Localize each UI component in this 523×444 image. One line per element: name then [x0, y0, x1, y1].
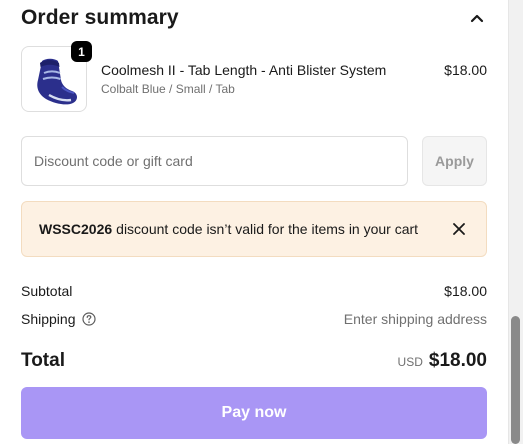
total-amount-group: USD $18.00: [398, 350, 487, 372]
discount-code-text: WSSC2026: [39, 221, 113, 237]
close-icon[interactable]: [450, 220, 468, 238]
shipping-label: Shipping: [21, 311, 76, 327]
total-label: Total: [21, 350, 65, 371]
order-summary-panel: Order summary 1 Coolmesh II - Tab Length…: [0, 0, 508, 444]
total-value: $18.00: [428, 350, 487, 371]
product-thumbnail: 1: [21, 41, 92, 112]
chevron-up-icon[interactable]: [467, 8, 487, 28]
subtotal-label: Subtotal: [21, 283, 73, 299]
subtotal-row: Subtotal $18.00: [21, 281, 487, 301]
shipping-row: Shipping Enter shipping address: [21, 309, 487, 329]
discount-error-message: discount code isn’t valid for the items …: [116, 221, 419, 237]
subtotal-value: $18.00: [444, 283, 487, 299]
product-price: $18.00: [444, 62, 487, 78]
quantity-badge: 1: [71, 41, 92, 62]
product-variant: Colbalt Blue / Small / Tab: [101, 82, 235, 96]
shipping-value: Enter shipping address: [343, 311, 487, 327]
total-row: Total USD $18.00: [21, 348, 487, 374]
line-item: 1 Coolmesh II - Tab Length - Anti Bliste…: [21, 41, 487, 112]
discount-error-alert: WSSC2026 discount code isn’t valid for t…: [21, 201, 487, 257]
shipping-label-group: Shipping: [21, 311, 96, 327]
currency-code: USD: [397, 355, 423, 369]
scrollbar-thumb[interactable]: [511, 316, 520, 444]
order-summary-title: Order summary: [21, 6, 179, 29]
pay-now-button[interactable]: Pay now: [21, 387, 487, 439]
question-circle-icon[interactable]: [81, 312, 96, 326]
apply-discount-button[interactable]: Apply: [422, 136, 487, 186]
product-name: Coolmesh II - Tab Length - Anti Blister …: [101, 62, 387, 78]
order-summary-header[interactable]: Order summary: [21, 4, 487, 32]
discount-code-input[interactable]: [21, 136, 408, 186]
